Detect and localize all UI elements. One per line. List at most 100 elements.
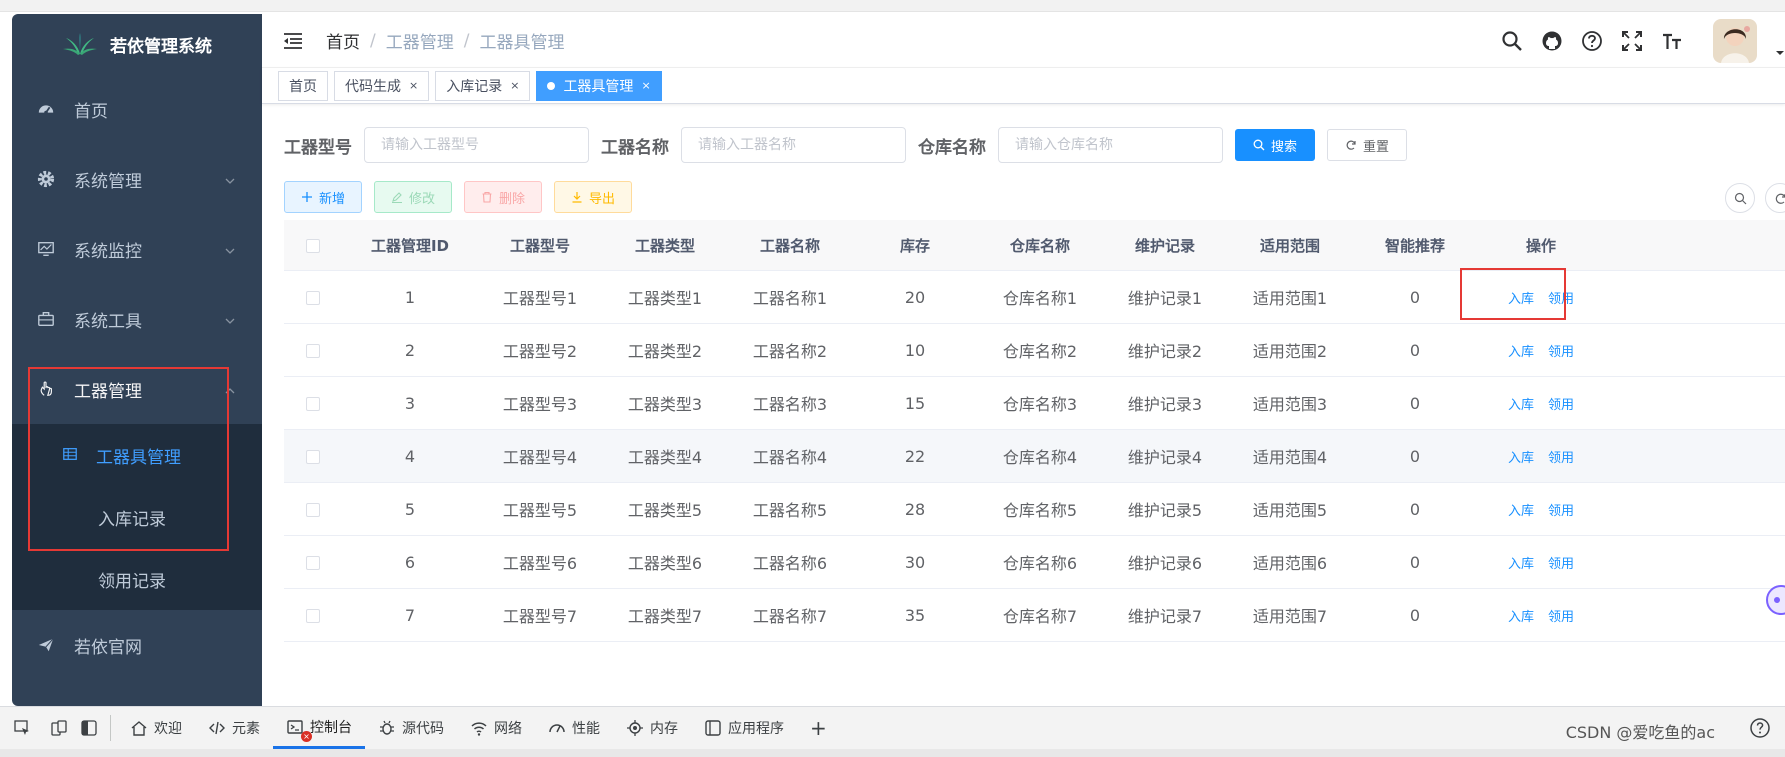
toggle-search-button[interactable] bbox=[1725, 183, 1755, 213]
table-cell-stock: 10 bbox=[852, 341, 978, 360]
sidebar-subitem-tools-management[interactable]: 工器具管理 bbox=[12, 424, 262, 486]
search-icon[interactable] bbox=[1501, 30, 1523, 52]
delete-button[interactable]: 删除 bbox=[464, 181, 542, 213]
github-icon[interactable] bbox=[1541, 30, 1563, 52]
floating-assistant-icon[interactable] bbox=[1759, 580, 1785, 620]
row-checkbox[interactable] bbox=[306, 609, 320, 623]
inbound-link[interactable]: 入库 bbox=[1508, 394, 1534, 413]
fullscreen-icon[interactable] bbox=[1621, 30, 1643, 52]
reset-button[interactable]: 重置 bbox=[1327, 129, 1407, 161]
table-row[interactable]: 2工器型号2工器类型2工器名称210仓库名称2维护记录2适用范围20入库领用 bbox=[284, 324, 1785, 377]
table-row[interactable]: 3工器型号3工器类型3工器名称315仓库名称3维护记录3适用范围30入库领用 bbox=[284, 377, 1785, 430]
row-checkbox[interactable] bbox=[306, 344, 320, 358]
device-toolbar-button[interactable] bbox=[44, 707, 74, 749]
use-link[interactable]: 领用 bbox=[1548, 553, 1574, 572]
row-checkbox[interactable] bbox=[306, 291, 320, 305]
sidebar-item-equipment[interactable]: 工器管理 bbox=[12, 354, 262, 424]
devtools-tab-chip[interactable]: 内存 bbox=[613, 707, 691, 749]
close-icon[interactable]: × bbox=[510, 79, 519, 92]
inbound-link[interactable]: 入库 bbox=[1508, 500, 1534, 519]
header-select-all[interactable] bbox=[284, 236, 342, 254]
devtools-tab-wifi[interactable]: 网络 bbox=[457, 707, 535, 749]
app-window-icon bbox=[704, 719, 722, 737]
inbound-link[interactable]: 入库 bbox=[1508, 447, 1534, 466]
devtools-tab-code[interactable]: 元素 bbox=[195, 707, 273, 749]
table-cell-name: 工器名称7 bbox=[728, 603, 852, 627]
warehouse-input[interactable] bbox=[998, 127, 1223, 163]
devtools-tab-gauge[interactable]: 性能 bbox=[535, 707, 613, 749]
table-cell-type: 工器类型7 bbox=[602, 603, 728, 627]
table-row[interactable]: 4工器型号4工器类型4工器名称422仓库名称4维护记录4适用范围40入库领用 bbox=[284, 430, 1785, 483]
row-select[interactable] bbox=[284, 341, 342, 360]
table-row[interactable]: 1工器型号1工器类型1工器名称120仓库名称1维护记录1适用范围10入库领用 bbox=[284, 271, 1785, 324]
inbound-link[interactable]: 入库 bbox=[1508, 288, 1534, 307]
use-link[interactable]: 领用 bbox=[1548, 447, 1574, 466]
sidebar-subitem-inbound-records[interactable]: 入库记录 bbox=[12, 486, 262, 548]
use-link[interactable]: 领用 bbox=[1548, 394, 1574, 413]
tag-inbound-records[interactable]: 入库记录 × bbox=[435, 71, 530, 101]
table-row[interactable]: 6工器型号6工器类型6工器名称630仓库名称6维护记录6适用范围60入库领用 bbox=[284, 536, 1785, 589]
table-cell-id: 5 bbox=[342, 500, 478, 519]
inbound-link[interactable]: 入库 bbox=[1508, 553, 1534, 572]
sidebar-subitem-usage-records[interactable]: 领用记录 bbox=[12, 548, 262, 610]
row-select[interactable] bbox=[284, 447, 342, 466]
model-input[interactable] bbox=[364, 127, 589, 163]
sidebar-item-system[interactable]: 系统管理 bbox=[12, 144, 262, 214]
use-link[interactable]: 领用 bbox=[1548, 341, 1574, 360]
dock-side-button[interactable] bbox=[74, 707, 104, 749]
row-checkbox[interactable] bbox=[306, 556, 320, 570]
sidebar-subitem-label: 领用记录 bbox=[98, 567, 166, 592]
inbound-link[interactable]: 入库 bbox=[1508, 606, 1534, 625]
devtools-divider bbox=[110, 715, 111, 741]
tag-code-gen[interactable]: 代码生成 × bbox=[334, 71, 429, 101]
use-link[interactable]: 领用 bbox=[1548, 500, 1574, 519]
table-cell-model: 工器型号6 bbox=[478, 550, 602, 574]
avatar[interactable] bbox=[1713, 19, 1757, 63]
select-all-checkbox[interactable] bbox=[306, 239, 320, 253]
tag-home[interactable]: 首页 bbox=[278, 71, 328, 101]
devtools-tab-home[interactable]: 欢迎 bbox=[117, 707, 195, 749]
breadcrumb-home[interactable]: 首页 bbox=[326, 28, 360, 53]
column-header: 库存 bbox=[852, 235, 978, 256]
row-select[interactable] bbox=[284, 394, 342, 413]
app-logo[interactable]: 若依管理系统 bbox=[12, 14, 262, 74]
refresh-button[interactable] bbox=[1765, 183, 1785, 213]
edit-button[interactable]: 修改 bbox=[374, 181, 452, 213]
sidebar-item-monitor[interactable]: 系统监控 bbox=[12, 214, 262, 284]
search-button[interactable]: 搜索 bbox=[1235, 129, 1315, 161]
export-button[interactable]: 导出 bbox=[554, 181, 632, 213]
sidebar-item-home[interactable]: 首页 bbox=[12, 74, 262, 144]
row-select[interactable] bbox=[284, 288, 342, 307]
caret-down-icon[interactable] bbox=[1775, 48, 1785, 58]
devtools-tab-console[interactable]: ×控制台 bbox=[273, 707, 365, 749]
name-input[interactable] bbox=[681, 127, 906, 163]
row-checkbox[interactable] bbox=[306, 397, 320, 411]
question-icon[interactable] bbox=[1581, 30, 1603, 52]
close-icon[interactable]: × bbox=[409, 79, 418, 92]
row-select[interactable] bbox=[284, 553, 342, 572]
table-row[interactable]: 5工器型号5工器类型5工器名称528仓库名称5维护记录5适用范围50入库领用 bbox=[284, 483, 1785, 536]
inbound-link[interactable]: 入库 bbox=[1508, 341, 1534, 360]
devtools-tab-app-window[interactable]: 应用程序 bbox=[691, 707, 797, 749]
row-checkbox[interactable] bbox=[306, 450, 320, 464]
row-checkbox[interactable] bbox=[306, 503, 320, 517]
table-cell-model: 工器型号1 bbox=[478, 285, 602, 309]
tag-tools-management[interactable]: 工器具管理 × bbox=[536, 71, 661, 101]
add-button[interactable]: 新增 bbox=[284, 181, 362, 213]
use-link[interactable]: 领用 bbox=[1548, 606, 1574, 625]
sidebar-item-ruoyi-site[interactable]: 若依官网 bbox=[12, 610, 262, 680]
add-panel-button[interactable]: + bbox=[797, 707, 840, 749]
close-icon[interactable]: × bbox=[641, 79, 650, 92]
devtools-tab-bug[interactable]: 源代码 bbox=[365, 707, 457, 749]
help-icon[interactable] bbox=[1749, 717, 1771, 739]
table-row[interactable]: 7工器型号7工器类型7工器名称735仓库名称7维护记录7适用范围70入库领用 bbox=[284, 589, 1785, 642]
row-select[interactable] bbox=[284, 500, 342, 519]
table-cell-scope: 适用范围7 bbox=[1228, 603, 1352, 627]
font-size-icon[interactable] bbox=[1661, 30, 1683, 52]
inspect-element-button[interactable] bbox=[0, 707, 44, 749]
hamburger-icon[interactable] bbox=[282, 30, 304, 52]
row-select[interactable] bbox=[284, 606, 342, 625]
table-cell-type: 工器类型6 bbox=[602, 550, 728, 574]
sidebar-item-tools[interactable]: 系统工具 bbox=[12, 284, 262, 354]
use-link[interactable]: 领用 bbox=[1548, 288, 1574, 307]
